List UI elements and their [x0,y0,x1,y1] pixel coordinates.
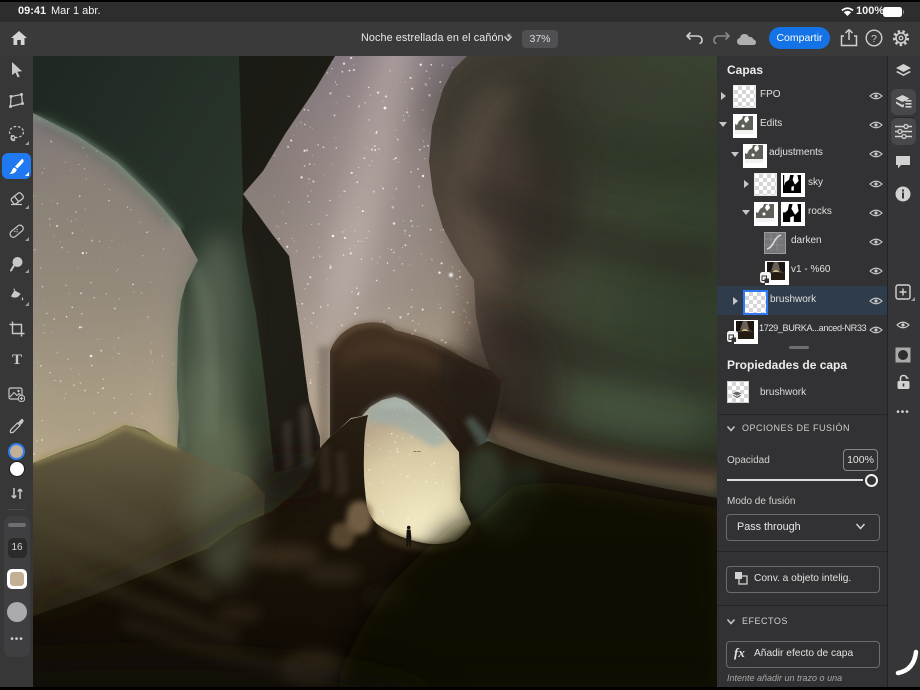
svg-text:?: ? [871,33,877,45]
